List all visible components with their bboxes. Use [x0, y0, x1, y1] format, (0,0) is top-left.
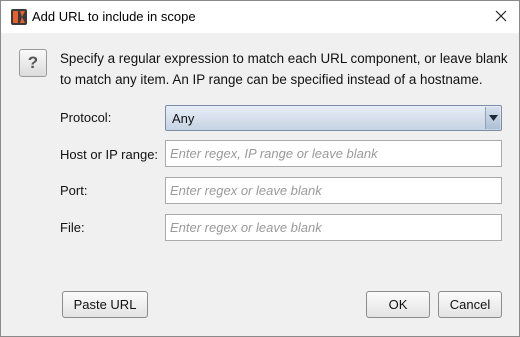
- close-button[interactable]: [483, 1, 519, 33]
- cancel-button[interactable]: Cancel: [438, 291, 502, 318]
- protocol-label: Protocol:: [60, 110, 112, 125]
- chevron-down-icon[interactable]: [485, 107, 500, 129]
- file-label: File:: [60, 220, 85, 235]
- burp-suite-logo-icon: [11, 9, 27, 25]
- host-input[interactable]: [165, 140, 502, 167]
- port-input[interactable]: [165, 177, 502, 204]
- protocol-dropdown[interactable]: Any: [165, 105, 502, 131]
- close-icon: [495, 10, 507, 25]
- dialog-title: Add URL to include in scope: [32, 9, 196, 24]
- host-label: Host or IP range:: [60, 147, 159, 162]
- ok-button[interactable]: OK: [366, 291, 430, 318]
- port-label: Port:: [60, 183, 88, 198]
- protocol-selected-value: Any: [172, 111, 195, 126]
- file-input[interactable]: [165, 214, 502, 241]
- add-url-dialog: Add URL to include in scope ? Specify a …: [0, 0, 520, 337]
- question-icon: ?: [19, 49, 47, 77]
- paste-url-button[interactable]: Paste URL: [62, 291, 148, 318]
- title-bar[interactable]: Add URL to include in scope: [1, 1, 519, 33]
- instruction-text: Specify a regular expression to match ea…: [60, 51, 508, 87]
